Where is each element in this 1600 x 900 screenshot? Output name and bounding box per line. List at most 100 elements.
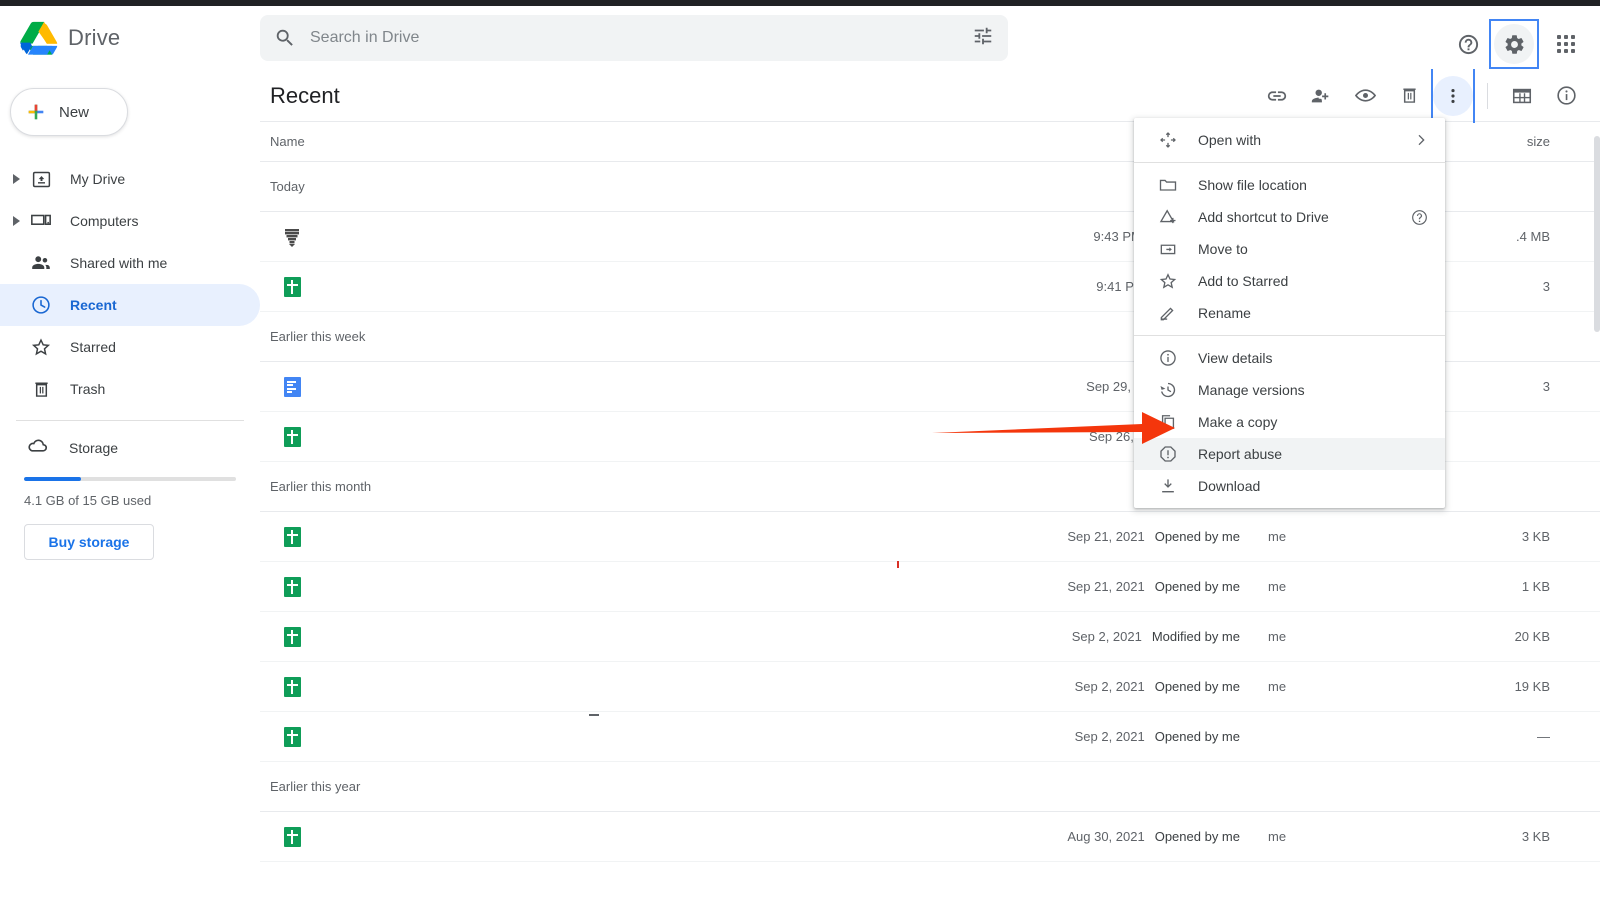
google-sheets-icon	[283, 276, 301, 297]
focus-ring	[1489, 19, 1539, 69]
modified-activity: Opened by me	[1154, 529, 1240, 544]
file-size-cell: 3 KB	[1521, 529, 1550, 544]
menu-item-label: View details	[1198, 350, 1273, 366]
sidebar-nav: My Drive Computers Shared with me Recent…	[0, 158, 260, 410]
file-name-cell	[260, 826, 960, 847]
menu-item-make-a-copy[interactable]: Make a copy	[1134, 406, 1445, 438]
main-toolbar	[1257, 68, 1600, 123]
focus-ring-right	[1473, 68, 1475, 123]
file-icon-wrap	[282, 426, 302, 447]
table-row[interactable]: Sep 2, 2021 Modified by me me 20 KB	[260, 612, 1600, 662]
pencil-rename-icon	[1158, 303, 1178, 323]
file-name-cell	[260, 626, 960, 647]
file-name-cell	[260, 426, 960, 447]
plus-icon	[28, 104, 44, 120]
sidebar-item-trash[interactable]: Trash	[0, 368, 260, 410]
computers-icon	[26, 210, 56, 232]
owner-cell: me	[1268, 679, 1287, 694]
menu-item-view-details[interactable]: View details	[1134, 342, 1445, 374]
menu-item-show-file-location[interactable]: Show file location	[1134, 169, 1445, 201]
file-name-cell	[260, 676, 960, 697]
preview-button[interactable]	[1345, 76, 1385, 116]
file-name-cell	[260, 526, 960, 547]
preview-eye-icon	[1354, 89, 1376, 102]
sidebar-item-label: Shared with me	[70, 255, 168, 271]
table-row[interactable]: Sep 2, 2021 Opened by me —	[260, 712, 1600, 762]
last-modified-cell: Sep 2, 2021 Opened by me	[960, 729, 1240, 744]
menu-item-add-shortcut-to-drive[interactable]: Add shortcut to Drive	[1134, 201, 1445, 233]
google-sheets-icon	[283, 626, 301, 647]
menu-item-open-with[interactable]: Open with	[1134, 124, 1445, 156]
modified-date: Sep 2, 2021	[1071, 629, 1142, 644]
sidebar-item-starred[interactable]: Starred	[0, 326, 260, 368]
modified-date: Sep 2, 2021	[1074, 679, 1145, 694]
search-icon	[276, 29, 293, 46]
file-icon-wrap	[282, 576, 302, 597]
search-options-icon[interactable]	[972, 25, 994, 52]
search-input[interactable]	[310, 29, 972, 47]
file-size-cell: 1 KB	[1521, 579, 1550, 594]
sidebar-item-my-drive[interactable]: My Drive	[0, 158, 260, 200]
table-row[interactable]: Sep 2, 2021 Opened by me me 19 KB	[260, 662, 1600, 712]
chevron-right-icon[interactable]	[8, 170, 26, 188]
modified-date: Sep 2, 2021	[1074, 729, 1145, 744]
new-button[interactable]: New	[10, 88, 128, 136]
settings-button[interactable]	[1489, 19, 1539, 69]
menu-item-label: Make a copy	[1198, 414, 1278, 430]
folder-icon	[1158, 175, 1178, 195]
storage-progress-fill	[24, 477, 82, 481]
menu-item-move-to[interactable]: Move to	[1134, 233, 1445, 265]
stray-dash-mark	[589, 714, 599, 716]
group-header: Earlier this year	[260, 762, 1600, 812]
table-row[interactable]: Aug 30, 2021 Opened by me me 3 KB	[260, 812, 1600, 862]
file-icon-wrap	[282, 227, 302, 247]
last-modified-cell: Sep 21, 2021 Opened by me	[960, 579, 1240, 594]
sidebar-item-computers[interactable]: Computers	[0, 200, 260, 242]
file-name-cell	[260, 227, 960, 247]
share-add-person-button[interactable]	[1301, 76, 1341, 116]
brand-area[interactable]: Drive	[0, 21, 260, 55]
get-link-button[interactable]	[1257, 76, 1297, 116]
search-bar[interactable]	[260, 15, 1008, 61]
google-apps-button[interactable]	[1546, 24, 1586, 64]
delete-button[interactable]	[1389, 76, 1429, 116]
owner-cell: me	[1268, 829, 1287, 844]
modified-activity: Opened by me	[1154, 579, 1240, 594]
vertical-scrollbar[interactable]	[1594, 136, 1600, 332]
help-circle-icon	[1458, 34, 1478, 54]
google-docs-icon	[283, 376, 301, 397]
sidebar-item-recent[interactable]: Recent	[0, 284, 260, 326]
buy-storage-button[interactable]: Buy storage	[24, 524, 154, 560]
table-row[interactable]: Sep 21, 2021 Opened by me me 3 KB	[260, 512, 1600, 562]
more-options-icon	[1451, 88, 1455, 103]
details-button[interactable]	[1546, 76, 1586, 116]
menu-item-report-abuse[interactable]: Report abuse	[1134, 438, 1445, 470]
menu-item-rename[interactable]: Rename	[1134, 297, 1445, 329]
sidebar-item-storage[interactable]: Storage	[0, 427, 260, 469]
trash-icon	[26, 379, 56, 400]
menu-item-manage-versions[interactable]: Manage versions	[1134, 374, 1445, 406]
google-sheets-icon	[283, 676, 301, 697]
sidebar-item-shared-with-me[interactable]: Shared with me	[0, 242, 260, 284]
google-sheets-icon	[283, 726, 301, 747]
menu-item-add-to-starred[interactable]: Add to Starred	[1134, 265, 1445, 297]
report-warning-icon	[1158, 444, 1178, 464]
help-button[interactable]	[1448, 24, 1488, 64]
chevron-right-icon[interactable]	[8, 212, 26, 230]
copy-icon	[1158, 412, 1178, 432]
help-circle-icon[interactable]	[1410, 208, 1429, 227]
column-header-name[interactable]: Name	[260, 134, 960, 149]
owner-cell: me	[1268, 629, 1287, 644]
grid-view-button[interactable]	[1502, 76, 1542, 116]
more-options-button[interactable]	[1431, 68, 1475, 123]
file-size-cell: 3 KB	[1521, 829, 1550, 844]
modified-date: Sep 21, 2021	[1067, 579, 1145, 594]
open-with-move-icon	[1158, 130, 1178, 150]
menu-item-download[interactable]: Download	[1134, 470, 1445, 502]
table-row[interactable]: Sep 21, 2021 Opened by me me 1 KB	[260, 562, 1600, 612]
google-sheets-icon	[283, 426, 301, 447]
modified-date: Sep 21, 2021	[1067, 529, 1145, 544]
group-label: Earlier this month	[270, 479, 372, 494]
file-name-cell	[260, 726, 960, 747]
google-apps-grid-icon	[1557, 35, 1575, 53]
